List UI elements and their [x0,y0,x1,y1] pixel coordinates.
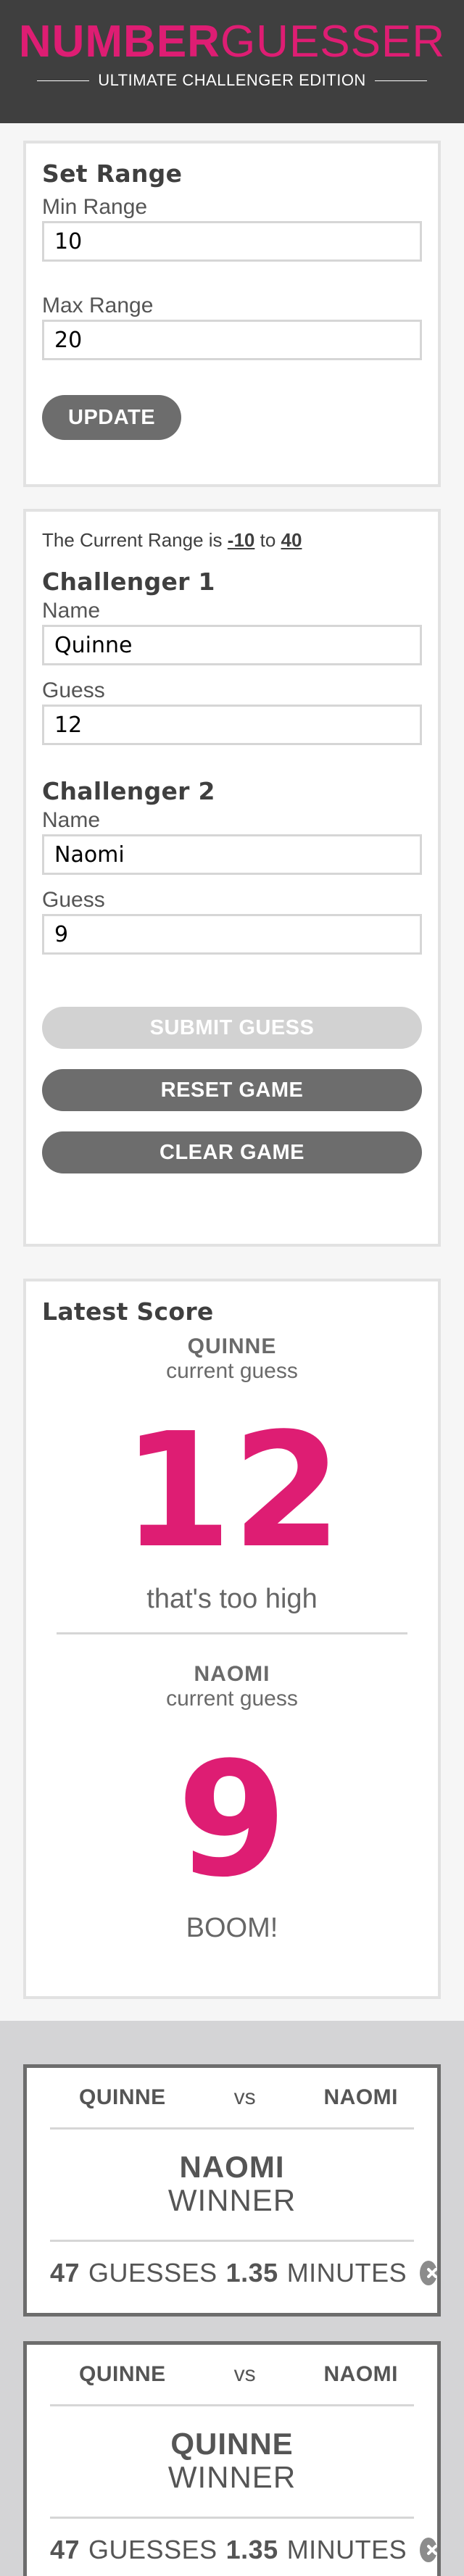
range-prefix: The Current Range is [42,529,228,551]
stats-row: 47 GUESSES 1.35 MINUTES [27,2519,437,2576]
range-max-value: 40 [281,529,302,551]
close-icon[interactable] [420,2261,437,2285]
max-range-input[interactable]: 20 [42,320,422,360]
result-card: QUINNE vs NAOMI QUINNE WINNER 47 GUESSES… [23,2341,441,2576]
subtitle-text: ULTIMATE CHALLENGER EDITION [98,71,366,89]
player-2-feedback: BOOM! [186,1913,278,1943]
clear-game-button[interactable]: CLEAR GAME [42,1131,422,1173]
challenger-1-title: Challenger 1 [42,568,215,596]
challenger-2-guess-input[interactable]: 9 [42,914,422,955]
challenger-1-guess-input[interactable]: 12 [42,705,422,745]
min-range-label: Min Range [42,195,148,219]
guesses-count: 47 [50,2535,80,2564]
player-1-subtitle: current guess [166,1359,298,1383]
min-range-input[interactable]: 10 [42,221,422,262]
winner-name: QUINNE [170,2427,294,2461]
logo-guesser: GUESSER [220,17,446,67]
winner-block: QUINNE WINNER [27,2406,437,2517]
close-icon[interactable] [420,2538,437,2562]
results-section: QUINNE vs NAOMI NAOMI WINNER 47 GUESSES … [0,2021,464,2576]
challenger-2-title: Challenger 2 [42,777,215,805]
subtitle-rule-left [37,80,90,81]
matchup-row: QUINNE vs NAOMI [27,2068,437,2127]
player-2-guess: 9 [177,1729,287,1912]
guesses-label: GUESSES [88,2535,218,2564]
set-range-panel: Set Range Min Range 10 Max Range 20 UPDA… [23,141,441,487]
player-1-feedback: that's too high [146,1584,318,1614]
winner-label: WINNER [167,2183,297,2217]
range-min-value: -10 [227,529,255,551]
challenger-2-guess-label: Guess [42,888,105,912]
app-subtitle: ULTIMATE CHALLENGER EDITION [0,71,464,90]
winner-name: NAOMI [179,2150,285,2184]
player-2-name: NAOMI [194,1662,270,1686]
update-button[interactable]: UPDATE [42,395,182,440]
guesses-label: GUESSES [88,2258,218,2288]
minutes-label: MINUTES [286,2535,407,2564]
range-to: to [254,529,281,551]
versus-label: vs [233,2362,256,2386]
challenger-1-name-input[interactable]: Quinne [42,625,422,665]
player-1-name: QUINNE [187,1334,277,1358]
max-range-label: Max Range [42,294,154,317]
result-player-2: NAOMI [323,2085,398,2109]
game-panel: The Current Range is -10 to 40 Challenge… [23,509,441,1247]
set-range-title: Set Range [42,159,183,188]
challenger-1-name-label: Name [42,599,101,623]
app-header: NUMBERGUESSER ULTIMATE CHALLENGER EDITIO… [0,0,464,123]
latest-score-title: Latest Score [42,1297,214,1326]
winner-label: WINNER [167,2460,297,2494]
score-divider [57,1632,407,1634]
result-card: QUINNE vs NAOMI NAOMI WINNER 47 GUESSES … [23,2064,441,2317]
subtitle-rule-right [374,80,427,81]
result-player-2: NAOMI [323,2362,398,2386]
challenger-2-name-input[interactable]: Naomi [42,834,422,875]
result-player-1: QUINNE [79,2362,166,2386]
player-1-guess: 12 [122,1400,342,1583]
challenger-1-guess-label: Guess [42,678,105,702]
reset-game-button[interactable]: RESET GAME [42,1069,422,1111]
latest-score-panel: Latest Score QUINNE current guess 12 tha… [23,1279,441,1999]
result-player-1: QUINNE [79,2085,166,2109]
versus-label: vs [233,2085,256,2109]
app-logo: NUMBERGUESSER [0,19,464,65]
minutes-label: MINUTES [286,2258,407,2288]
guesses-count: 47 [50,2258,80,2288]
player-2-subtitle: current guess [166,1687,298,1711]
current-range: The Current Range is -10 to 40 [42,529,422,552]
logo-number: NUMBER [18,17,220,67]
minutes-count: 1.35 [225,2258,278,2288]
winner-block: NAOMI WINNER [27,2130,437,2240]
stats-row: 47 GUESSES 1.35 MINUTES [27,2242,437,2304]
matchup-row: QUINNE vs NAOMI [27,2345,437,2404]
submit-guess-button[interactable]: SUBMIT GUESS [42,1007,422,1049]
minutes-count: 1.35 [225,2535,278,2564]
challenger-2-name-label: Name [42,808,101,832]
